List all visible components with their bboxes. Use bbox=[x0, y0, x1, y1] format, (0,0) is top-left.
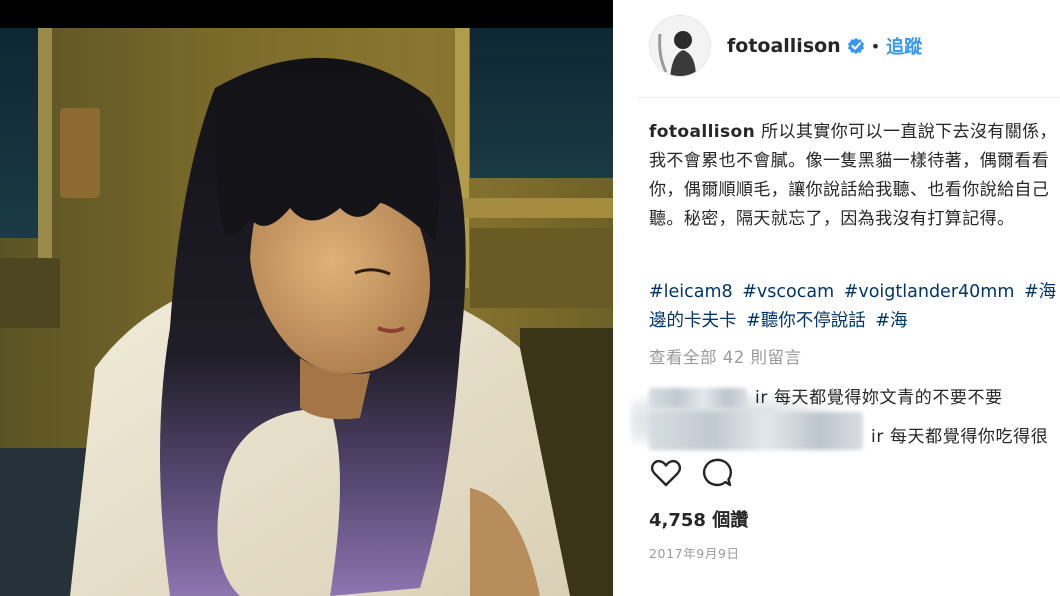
comment-text: 每天都覺得妳文青的不要不要 bbox=[773, 388, 1003, 408]
post-photo[interactable] bbox=[0, 0, 613, 596]
avatar[interactable] bbox=[649, 15, 711, 77]
heart-icon[interactable] bbox=[649, 456, 683, 490]
hashtag-link[interactable]: #海 bbox=[875, 311, 907, 331]
hashtag-link[interactable]: #vscocam bbox=[742, 282, 834, 302]
hashtag-link[interactable]: #聽你不停說話 bbox=[746, 311, 866, 331]
view-all-comments-link[interactable]: 查看全部 42 則留言 bbox=[649, 344, 802, 368]
comment-username[interactable]: ir bbox=[871, 427, 884, 447]
hashtag-link[interactable]: #voigtlander40mm bbox=[844, 282, 1015, 302]
hashtag-list: #leicam8 #vscocam #voigtlander40mm #海邊的卡… bbox=[649, 278, 1057, 336]
post-caption: fotoallison 所以其實你可以一直說下去沒有關係，我不會累也不會膩。像一隻… bbox=[649, 118, 1057, 234]
portrait-image bbox=[0, 28, 613, 596]
post-header: fotoallison • 追蹤 bbox=[649, 14, 922, 78]
comment-bubble-icon[interactable] bbox=[699, 456, 733, 490]
follow-button[interactable]: 追蹤 bbox=[886, 33, 922, 59]
header-divider bbox=[637, 97, 1060, 98]
separator-dot: • bbox=[870, 36, 881, 56]
post-actions bbox=[649, 456, 733, 490]
hashtag-link[interactable]: #leicam8 bbox=[649, 282, 733, 302]
avatar-image bbox=[650, 16, 710, 76]
comment-item: ir 每天都覺得妳文青的不要不要 bbox=[649, 383, 1003, 408]
comment-username[interactable]: ir bbox=[755, 388, 768, 408]
redacted-username bbox=[649, 388, 747, 408]
photo-top-bar bbox=[0, 0, 613, 28]
comment-text: 每天都覺得你吃得很 bbox=[889, 427, 1049, 447]
verified-badge-icon bbox=[847, 37, 864, 55]
post-date: 2017年9月9日 bbox=[649, 546, 740, 561]
redacted-username bbox=[649, 412, 863, 450]
username[interactable]: fotoallison bbox=[727, 35, 841, 57]
post-sidebar: fotoallison • 追蹤 fotoallison 所以其實你可以一直說下去… bbox=[613, 0, 1060, 596]
likes-count[interactable]: 4,758 個讚 bbox=[649, 506, 748, 532]
comment-item: ir 每天都覺得你吃得很 bbox=[649, 412, 1049, 456]
caption-username[interactable]: fotoallison bbox=[649, 122, 755, 142]
